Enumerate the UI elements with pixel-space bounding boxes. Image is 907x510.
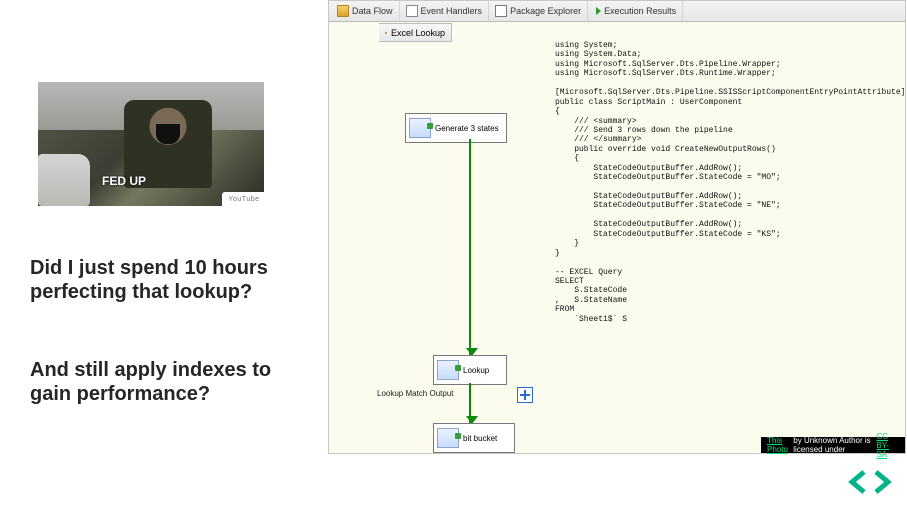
- play-icon: [596, 7, 601, 15]
- question-1: Did I just spend 10 hours perfecting tha…: [30, 256, 290, 304]
- tab-package-explorer[interactable]: Package Explorer: [489, 1, 588, 21]
- tab-data-flow[interactable]: Data Flow: [331, 1, 400, 21]
- question-2: And still apply indexes to gain performa…: [30, 358, 290, 406]
- tab-label: Data Flow: [352, 6, 393, 16]
- event-handlers-icon: [406, 5, 418, 17]
- node-label: Generate 3 states: [435, 124, 499, 133]
- youtube-watermark: YouTube: [222, 192, 264, 206]
- slide: FED UP YouTube Did I just spend 10 hours…: [0, 0, 907, 510]
- tab-label: Event Handlers: [421, 6, 483, 16]
- image-car: [38, 154, 90, 206]
- tab-strip: Data Flow Event Handlers Package Explore…: [329, 1, 905, 22]
- package-explorer-icon: [495, 5, 507, 17]
- data-flow-icon: [337, 5, 349, 17]
- path-label: Lookup Match Output: [377, 389, 454, 398]
- sub-tab-excel-lookup[interactable]: Excel Lookup: [379, 23, 452, 42]
- node-label: bit bucket: [463, 434, 497, 443]
- node-label: Lookup: [463, 366, 489, 375]
- node-lookup[interactable]: Lookup: [433, 355, 507, 385]
- destination-icon: [437, 428, 459, 448]
- attribution-link-license[interactable]: CC BY-SA: [876, 432, 899, 459]
- brand-logo-icon: [847, 468, 893, 496]
- node-bit-bucket[interactable]: bit bucket: [433, 423, 515, 453]
- image-caption: FED UP: [102, 174, 146, 188]
- sub-tab-label: Excel Lookup: [391, 28, 445, 38]
- tab-label: Execution Results: [604, 6, 676, 16]
- arrow-icon: [469, 383, 471, 423]
- attribution-text: by Unknown Author is licensed under: [793, 436, 873, 454]
- meme-image: FED UP YouTube: [38, 82, 264, 206]
- code-listing: using System; using System.Data; using M…: [555, 41, 899, 324]
- tab-execution-results[interactable]: Execution Results: [588, 1, 683, 21]
- excel-lookup-icon: [385, 32, 387, 34]
- node-generate-states[interactable]: Generate 3 states: [405, 113, 507, 143]
- script-component-icon: [409, 118, 431, 138]
- tab-event-handlers[interactable]: Event Handlers: [400, 1, 490, 21]
- arrow-icon: [469, 139, 471, 355]
- image-beard: [156, 124, 180, 144]
- data-viewer-icon[interactable]: [517, 387, 533, 403]
- ssis-screenshot: Data Flow Event Handlers Package Explore…: [328, 0, 906, 454]
- tab-label: Package Explorer: [510, 6, 581, 16]
- lookup-icon: [437, 360, 459, 380]
- attribution-bar: This Photo by Unknown Author is licensed…: [761, 437, 905, 453]
- attribution-link-photo[interactable]: This Photo: [767, 436, 790, 454]
